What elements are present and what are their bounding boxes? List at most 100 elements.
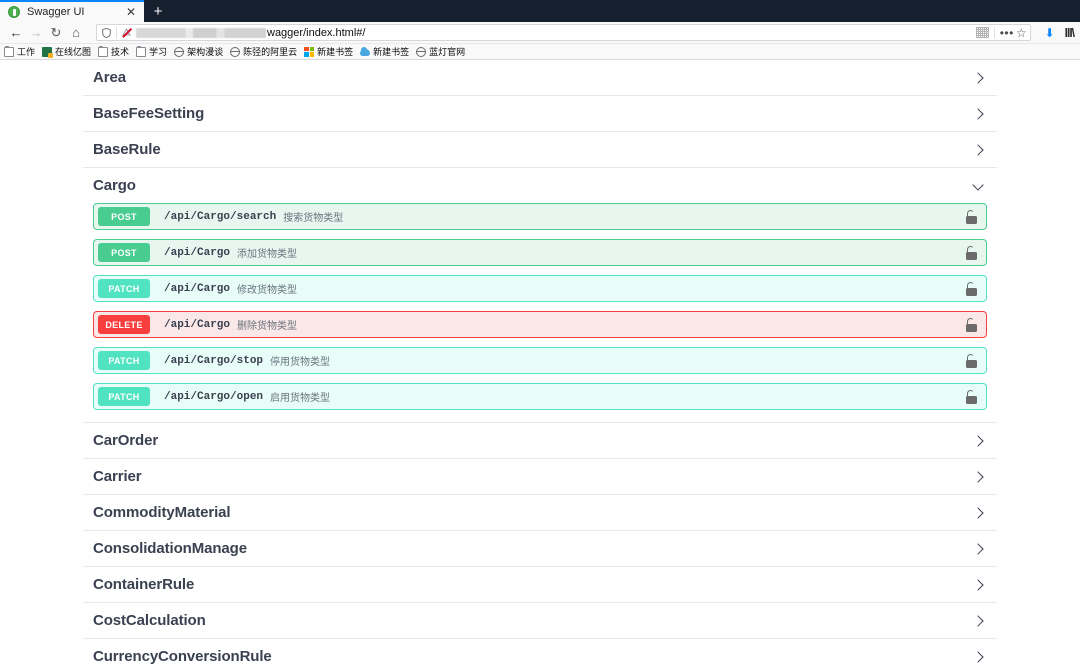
http-method-badge: PATCH [98,279,150,298]
tag-header-carorder[interactable]: CarOrder [83,423,997,458]
bookmark-item[interactable]: 陈弪的阿里云 [230,45,297,58]
operation-summary: 搜索货物类型 [283,213,344,224]
chevron-right-icon[interactable] [971,142,987,158]
operation-row[interactable]: PATCH/api/Cargo 修改货物类型 [93,275,987,302]
http-method-badge: POST [98,207,150,226]
unlocked-padlock-icon[interactable] [965,245,978,260]
forward-icon[interactable]: → [26,24,46,42]
bookmark-item[interactable]: 技术 [98,45,129,58]
url-text: wagger/index.html#/ [267,26,366,39]
unlocked-padlock-icon[interactable] [965,209,978,224]
chevron-right-icon[interactable] [971,577,987,593]
unlocked-padlock-icon[interactable] [965,317,978,332]
address-bar[interactable]: wagger/index.html#/ ••• ☆ [96,24,1031,41]
unlocked-padlock-icon[interactable] [965,353,978,368]
bookmark-label: 工作 [17,47,36,57]
operation-summary: 删除货物类型 [237,321,298,332]
bookmark-item[interactable]: 蓝灯官网 [416,45,465,58]
bookmark-item[interactable]: 新建书签 [360,45,409,58]
chevron-right-icon[interactable] [971,541,987,557]
tag-name: ContainerRule [93,576,195,593]
globe-icon [416,46,427,57]
unlocked-padlock-icon[interactable] [965,389,978,404]
tag-header-containerrule[interactable]: ContainerRule [83,567,997,602]
tag-header-currencyconversionrule[interactable]: CurrencyConversionRule [83,639,997,665]
bookmark-item[interactable]: 工作 [4,45,35,58]
bookmark-label: 蓝灯官网 [429,47,466,57]
tag-header-basefeesetting[interactable]: BaseFeeSetting [83,96,997,131]
tag-name: CarOrder [93,432,159,449]
address-bar-icons: ••• ☆ [975,26,1027,40]
api-tag-section: ContainerRule [83,567,997,603]
api-tag-section: BaseRule [83,132,997,168]
operation-summary: 停用货物类型 [270,357,331,368]
api-tag-section: CarOrder [83,423,997,459]
unlocked-padlock-icon[interactable] [965,281,978,296]
redacted-url-segment [136,27,266,38]
tag-name: BaseFeeSetting [93,105,205,122]
tab-strip: Swagger UI ✕ + [0,0,1080,22]
bookmarks-bar: 工作 在线亿图 技术 学习 架构漫谈 陈弪的阿里云 新建书签 新建书签 蓝灯官网 [0,44,1080,60]
tag-header-costcalculation[interactable]: CostCalculation [83,603,997,638]
chevron-right-icon[interactable] [971,649,987,665]
reader-qr-icon[interactable] [975,27,989,38]
tag-header-consolidationmanage[interactable]: ConsolidationManage [83,531,997,566]
close-icon[interactable]: ✕ [124,6,138,18]
bookmark-label: 新建书签 [317,47,354,57]
tag-header-cargo[interactable]: Cargo [83,168,997,203]
tag-name: BaseRule [93,141,161,158]
reload-icon[interactable]: ↻ [46,24,66,42]
bookmark-label: 在线亿图 [55,47,92,57]
bookmark-label: 陈弪的阿里云 [243,47,298,57]
operation-row[interactable]: PATCH/api/Cargo/open 启用货物类型 [93,383,987,410]
bookmark-item[interactable]: 在线亿图 [42,45,91,58]
downloads-icon[interactable]: ⬇ [1045,26,1055,40]
folder-icon [4,45,14,57]
operation-row[interactable]: PATCH/api/Cargo/stop 停用货物类型 [93,347,987,374]
library-icon[interactable]: lll\ [1065,26,1075,40]
api-tag-section: Carrier [83,459,997,495]
tag-header-commoditymaterial[interactable]: CommodityMaterial [83,495,997,530]
home-icon[interactable]: ⌂ [66,24,86,42]
tag-header-carrier[interactable]: Carrier [83,459,997,494]
chevron-right-icon[interactable] [971,433,987,449]
shield-icon[interactable] [100,26,113,39]
operation-path: /api/Cargo [164,282,231,295]
tag-name: CostCalculation [93,612,206,629]
bookmark-star-icon[interactable]: ☆ [1016,26,1027,40]
tag-name: CommodityMaterial [93,504,231,521]
api-tag-list: Area BaseFeeSetting BaseRule Cargo POST/api/… [83,60,997,665]
operation-summary: 添加货物类型 [237,249,298,260]
page-viewport: Area BaseFeeSetting BaseRule Cargo POST/api/… [0,60,1080,665]
operation-row[interactable]: DELETE/api/Cargo 删除货物类型 [93,311,987,338]
chevron-right-icon[interactable] [971,469,987,485]
cloud-icon [360,47,371,56]
bookmark-item[interactable]: 新建书签 [304,45,353,58]
api-tag-section: CostCalculation [83,603,997,639]
operation-row[interactable]: POST/api/Cargo/search 搜索货物类型 [93,203,987,230]
browser-window: Swagger UI ✕ + ← → ↻ ⌂ wagger/index.html… [0,0,1080,665]
tag-header-area[interactable]: Area [83,60,997,95]
divider [993,27,995,38]
operation-summary: 启用货物类型 [270,393,331,404]
page-actions-icon[interactable]: ••• [1000,27,1014,39]
chevron-right-icon[interactable] [971,106,987,122]
operation-row[interactable]: POST/api/Cargo 添加货物类型 [93,239,987,266]
back-icon[interactable]: ← [6,24,26,42]
operation-list: POST/api/Cargo/search 搜索货物类型 POST/api/Carg… [83,203,997,422]
toolbar-right-group: ⬇ lll\ [1045,26,1075,40]
bookmark-item[interactable]: 架构漫谈 [174,45,223,58]
chevron-right-icon[interactable] [971,70,987,86]
http-method-badge: DELETE [98,315,150,334]
tab-title: Swagger UI [27,6,85,18]
tag-header-baserule[interactable]: BaseRule [83,132,997,167]
tab-swagger-ui[interactable]: Swagger UI ✕ [0,0,144,22]
chevron-right-icon[interactable] [971,613,987,629]
bookmark-label: 技术 [111,47,130,57]
new-tab-button[interactable]: + [144,0,172,22]
chevron-right-icon[interactable] [971,505,987,521]
chevron-down-icon[interactable] [971,178,987,194]
tracking-protection-disabled-icon[interactable] [120,26,133,39]
operation-summary: 修改货物类型 [237,285,298,296]
bookmark-item[interactable]: 学习 [136,45,167,58]
